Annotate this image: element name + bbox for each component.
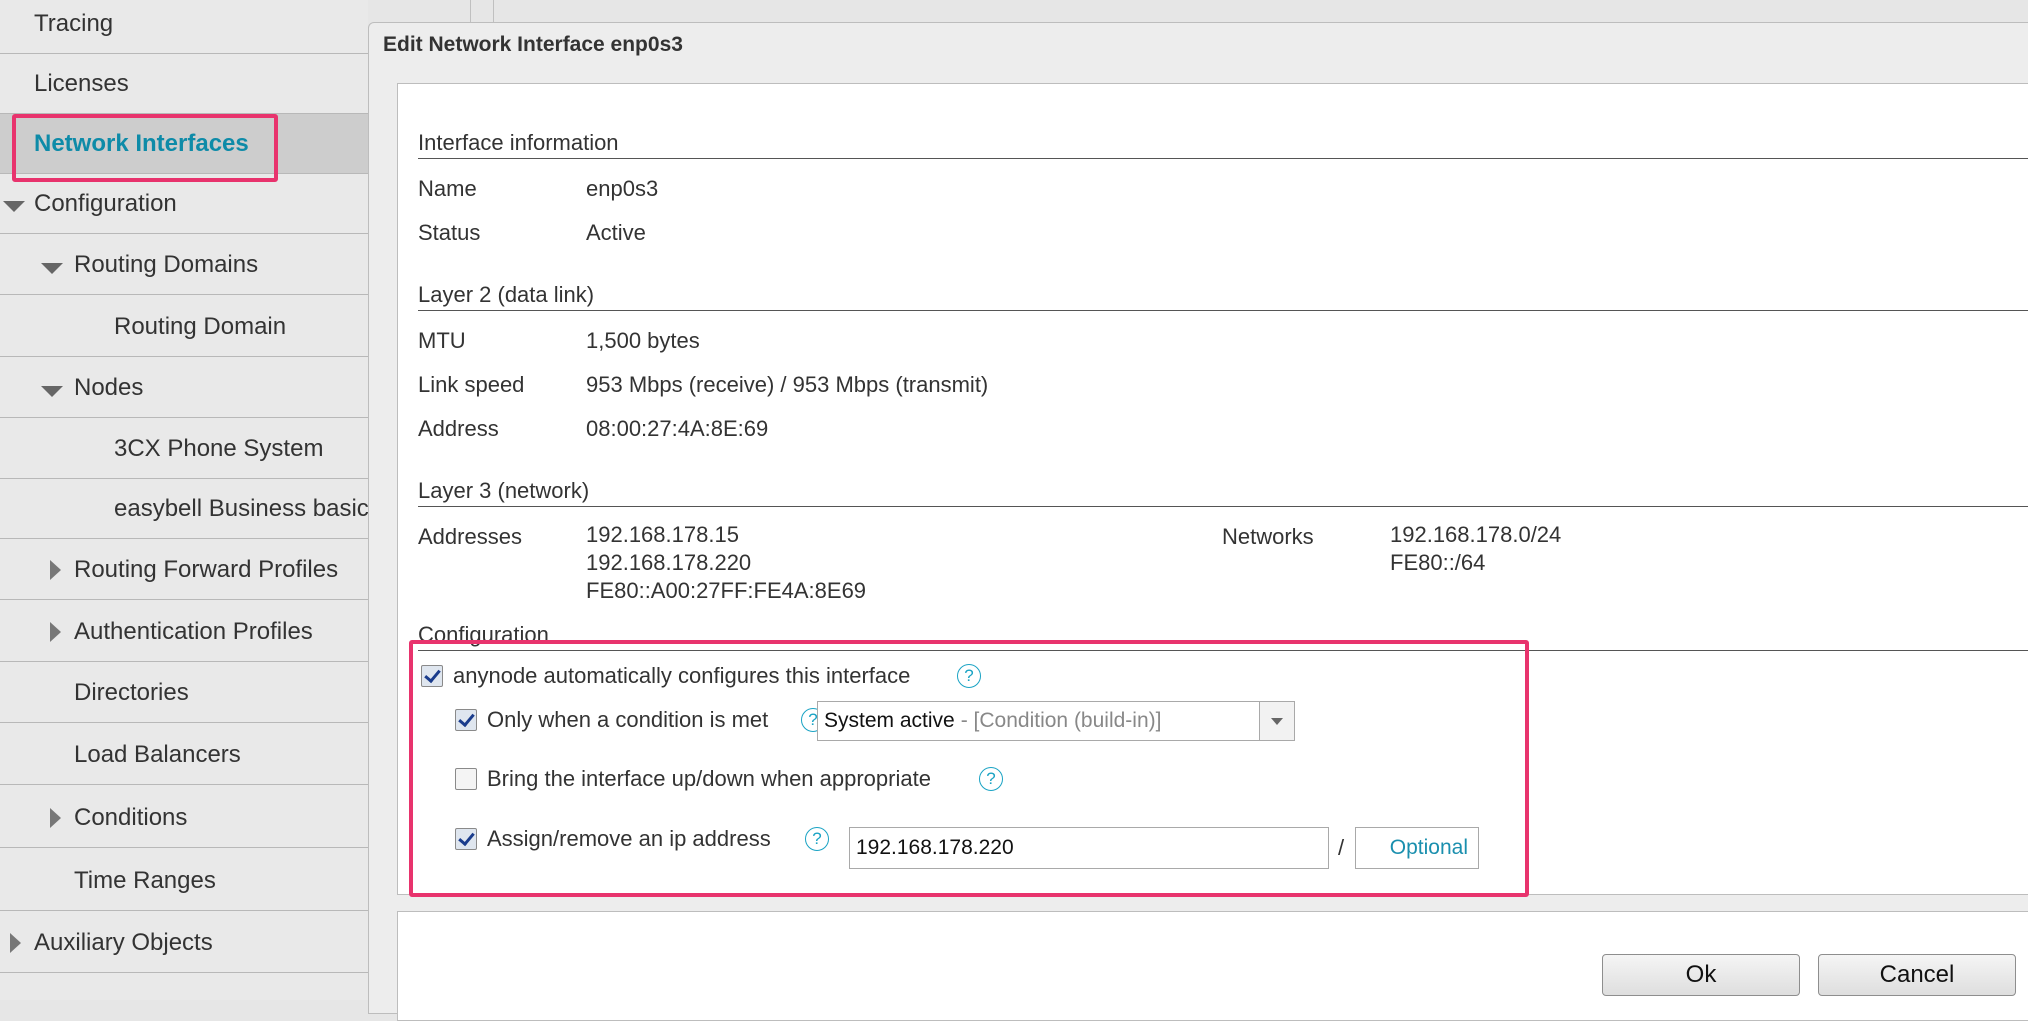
networks-label: Networks [1222,524,1314,549]
cancel-button[interactable]: Cancel [1818,954,2016,996]
name-label: Name [418,176,477,201]
mac-address-label: Address [418,416,499,441]
address-item: 192.168.178.15 [586,522,739,547]
mtu-label: MTU [418,328,466,353]
sidebar-item-easybell[interactable]: easybell Business basic [0,479,368,539]
network-item: FE80::/64 [1390,550,1486,575]
expand-triangle-icon[interactable] [10,933,21,953]
ok-button[interactable]: Ok [1602,954,1800,996]
sidebar-item-label: Tracing [34,9,114,37]
sidebar-item-configuration[interactable]: Configuration [0,174,368,234]
addresses-label: Addresses [418,524,522,549]
sidebar-item-label: Routing Forward Profiles [74,555,339,583]
sidebar-item-label: Auxiliary Objects [34,928,213,956]
address-item: 192.168.178.220 [586,550,752,575]
collapse-triangle-icon[interactable] [41,386,63,397]
mac-address-value: 08:00:27:4A:8E:69 [586,416,769,441]
status-value: Active [586,220,646,245]
sidebar-item-nodes[interactable]: Nodes [0,358,368,418]
dialog-title: Edit Network Interface enp0s3 [383,33,683,56]
sidebar-item-label: Conditions [74,803,188,831]
collapse-triangle-icon[interactable] [3,201,25,212]
sidebar-item-conditions[interactable]: Conditions [0,788,368,848]
top-strip [368,0,2028,22]
addresses-list: 192.168.178.15 192.168.178.220 FE80::A00… [586,521,866,605]
sidebar-item-routing-forward-profiles[interactable]: Routing Forward Profiles [0,540,368,600]
sidebar-item-label: Licenses [34,69,129,97]
sidebar-item-licenses[interactable]: Licenses [0,54,368,114]
sidebar-item-label: Configuration [34,189,177,217]
sidebar-item-routing-domains[interactable]: Routing Domains [0,235,368,295]
expand-triangle-icon[interactable] [50,808,61,828]
link-speed-label: Link speed [418,372,525,397]
sidebar-item-authentication-profiles[interactable]: Authentication Profiles [0,602,368,662]
sidebar-item-tracing[interactable]: Tracing [0,0,368,54]
section-divider [418,310,2028,311]
sidebar-item-label: 3CX Phone System [114,434,324,462]
sidebar-item-time-ranges[interactable]: Time Ranges [0,851,368,911]
sidebar-item-label: Routing Domains [74,250,259,278]
sidebar-item-label: Load Balancers [74,740,241,768]
networks-list: 192.168.178.0/24 FE80::/64 [1390,521,1561,577]
sidebar-item-auxiliary-objects[interactable]: Auxiliary Objects [0,913,368,973]
sidebar-item-directories[interactable]: Directories [0,663,368,723]
sidebar-item-label: Nodes [74,373,144,401]
expand-triangle-icon[interactable] [50,560,61,580]
dialog-footer: Ok Cancel [397,911,2028,1021]
section-divider [418,506,2028,507]
status-label: Status [418,220,481,245]
pane-splitter[interactable] [470,0,494,22]
sidebar-item-label: easybell Business basic [114,494,368,522]
sidebar-item-label: Time Ranges [74,866,216,894]
sidebar-item-label: Directories [74,678,189,706]
network-item: 192.168.178.0/24 [1390,522,1562,547]
sidebar-item-label: Authentication Profiles [74,617,313,645]
mtu-value: 1,500 bytes [586,328,700,353]
expand-triangle-icon[interactable] [50,622,61,642]
address-item: FE80::A00:27FF:FE4A:8E69 [586,578,867,603]
section-divider [418,158,2028,159]
sidebar-item-routing-domain[interactable]: Routing Domain [0,297,368,357]
section-title-interface-information: Interface information [418,130,619,155]
collapse-triangle-icon[interactable] [41,263,63,274]
link-speed-value: 953 Mbps (receive) / 953 Mbps (transmit) [586,372,989,397]
name-value: enp0s3 [586,176,659,201]
section-title-layer3: Layer 3 (network) [418,478,590,503]
highlight-box [409,640,1529,897]
sidebar-item-load-balancers[interactable]: Load Balancers [0,725,368,785]
sidebar-item-3cx-phone-system[interactable]: 3CX Phone System [0,419,368,479]
section-title-layer2: Layer 2 (data link) [418,282,595,307]
sidebar-item-label: Routing Domain [114,312,287,340]
highlight-box [12,114,278,182]
